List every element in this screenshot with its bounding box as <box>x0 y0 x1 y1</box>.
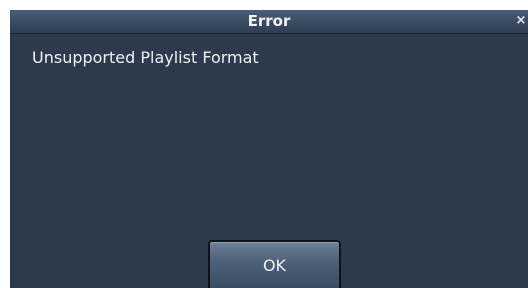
ok-button[interactable]: OK <box>208 240 341 288</box>
error-message: Unsupported Playlist Format <box>32 48 259 67</box>
error-dialog: Error × Unsupported Playlist Format OK <box>10 10 528 288</box>
close-icon[interactable]: × <box>515 12 527 30</box>
ok-button-label: OK <box>262 256 287 275</box>
dialog-title: Error <box>247 12 291 30</box>
dialog-titlebar: Error <box>10 10 528 34</box>
